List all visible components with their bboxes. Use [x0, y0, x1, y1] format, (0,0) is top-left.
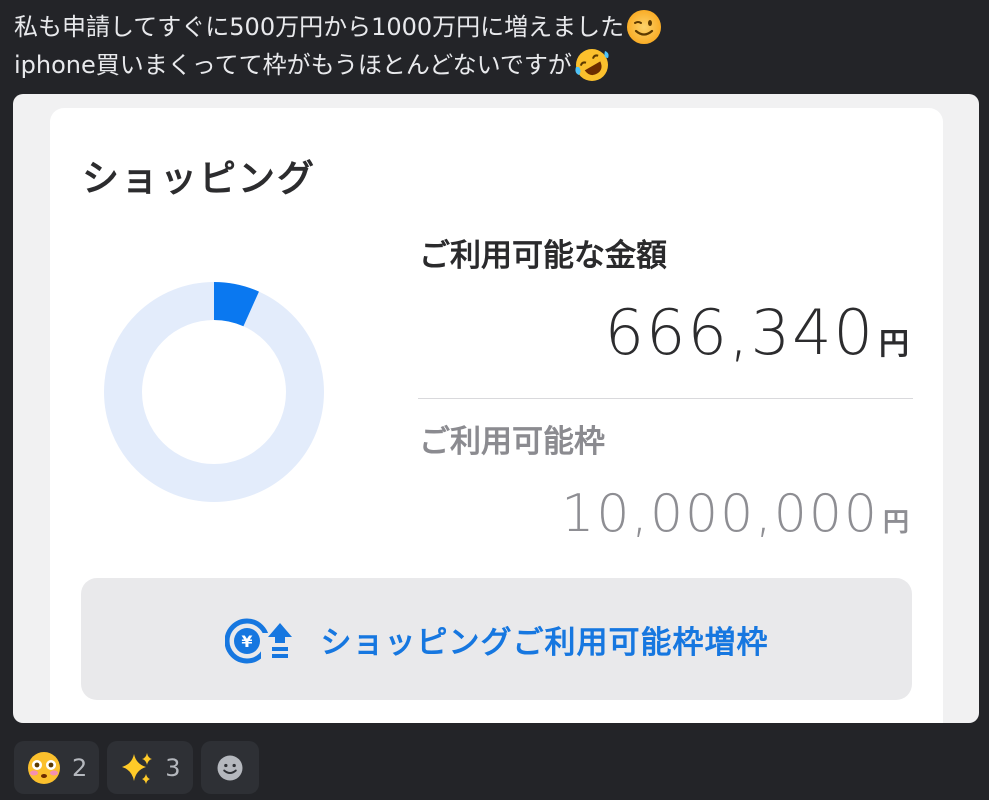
credit-limit-label: ご利用可能枠 [419, 424, 605, 460]
reaction-flushed-count: 2 [72, 753, 88, 782]
flushed-face-emoji [28, 751, 60, 784]
credit-limit-value: 10,000,000 [561, 484, 879, 544]
message-line-2-text: iphone買いまくってて枠がもうほとんどないですが [14, 51, 572, 79]
reaction-sparkles[interactable]: 3 [107, 741, 193, 794]
card-title: ショッピング [82, 157, 316, 200]
message-line-1-text: 私も申請してすぐに500万円から1000万円に増えました [14, 13, 625, 41]
divider [418, 398, 913, 399]
credit-limit-currency: 円 [882, 508, 909, 538]
winking-face-emoji [627, 10, 662, 44]
reaction-flushed[interactable]: 2 [14, 741, 100, 794]
svg-text:¥: ¥ [241, 632, 252, 651]
available-amount-label: ご利用可能な金額 [419, 238, 667, 274]
message-line-2: iphone買いまくってて枠がもうほとんどないですが [14, 46, 662, 84]
add-reaction-button[interactable] [200, 741, 259, 794]
usage-donut-chart [104, 282, 324, 502]
message-line-1: 私も申請してすぐに500万円から1000万円に増えました [14, 8, 662, 46]
rolling-laughing-emoji [575, 49, 609, 81]
available-amount: 666,340 円 [605, 296, 909, 369]
shopping-card: ショッピング ご利用可能な金額 666,340 円 ご利用可能枠 10,000,… [50, 108, 943, 723]
chat-message: 私も申請してすぐに500万円から1000万円に増えました iphone買いまくっ… [0, 0, 989, 800]
message-text: 私も申請してすぐに500万円から1000万円に増えました iphone買いまくっ… [14, 8, 662, 84]
usage-ring-track [104, 282, 324, 502]
usage-ring-fill [213, 282, 259, 327]
reaction-sparkles-count: 3 [165, 753, 181, 782]
yen-up-arrow-icon: ¥ [224, 618, 292, 664]
credit-limit: 10,000,000 円 [561, 484, 909, 544]
increase-limit-button-label: ショッピングご利用可能枠増枠 [320, 624, 769, 661]
increase-limit-button[interactable]: ¥ ショッピングご利用可能枠増枠 [81, 578, 912, 700]
sparkles-emoji [122, 752, 153, 784]
image-attachment[interactable]: ショッピング ご利用可能な金額 666,340 円 ご利用可能枠 10,000,… [13, 94, 979, 723]
reactions-bar: 2 3 [14, 741, 259, 794]
add-reaction-icon [217, 755, 243, 780]
available-amount-value: 666,340 [604, 296, 875, 369]
available-amount-currency: 円 [879, 327, 909, 362]
